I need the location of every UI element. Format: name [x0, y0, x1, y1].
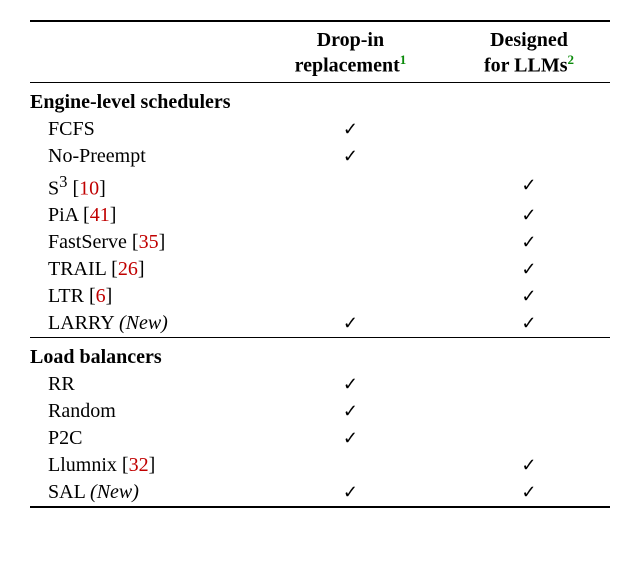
citation[interactable]: 32	[129, 454, 149, 476]
check-icon: ✓	[521, 205, 536, 225]
section-title: Engine-level schedulers	[30, 82, 610, 116]
dropin-cell: ✓	[253, 398, 448, 425]
header-llm-line1: Designed	[490, 29, 568, 51]
check-icon: ✓	[521, 482, 536, 502]
citation[interactable]: 10	[79, 177, 99, 199]
check-icon: ✓	[521, 232, 536, 252]
row-name: Random	[30, 398, 253, 425]
header-dropin: Drop-in replacement1	[253, 21, 448, 82]
llm-cell	[448, 398, 610, 425]
header-llm-sup: 2	[567, 52, 574, 67]
dropin-cell: ✓	[253, 371, 448, 398]
table-row: P2C ✓	[30, 425, 610, 452]
llm-cell	[448, 143, 610, 170]
dropin-cell	[253, 229, 448, 256]
dropin-cell	[253, 256, 448, 283]
comparison-table: Drop-in replacement1 Designed for LLMs2 …	[30, 20, 610, 508]
header-dropin-line1: Drop-in	[317, 29, 384, 51]
check-icon: ✓	[343, 313, 358, 333]
dropin-cell	[253, 283, 448, 310]
section-title: Load balancers	[30, 338, 610, 371]
check-icon: ✓	[343, 428, 358, 448]
check-icon: ✓	[521, 286, 536, 306]
dropin-cell: ✓	[253, 116, 448, 143]
dropin-cell: ✓	[253, 425, 448, 452]
dropin-cell: ✓	[253, 143, 448, 170]
table-row: RR ✓	[30, 371, 610, 398]
table-row: FCFS ✓	[30, 116, 610, 143]
row-name: Llumnix [32]	[30, 452, 253, 479]
check-icon: ✓	[343, 146, 358, 166]
llm-cell: ✓	[448, 283, 610, 310]
dropin-cell	[253, 452, 448, 479]
header-dropin-line2: replacement	[295, 55, 400, 77]
llm-cell: ✓	[448, 310, 610, 338]
row-name: P2C	[30, 425, 253, 452]
header-llm-line2: for LLMs	[484, 55, 568, 77]
table-row: Llumnix [32] ✓	[30, 452, 610, 479]
row-name: SAL (New)	[30, 479, 253, 507]
dropin-cell: ✓	[253, 310, 448, 338]
new-label: (New)	[119, 312, 168, 334]
check-icon: ✓	[521, 259, 536, 279]
check-icon: ✓	[343, 482, 358, 502]
row-name: FCFS	[30, 116, 253, 143]
new-label: (New)	[90, 481, 139, 503]
row-name: TRAIL [26]	[30, 256, 253, 283]
table-row: LTR [6] ✓	[30, 283, 610, 310]
citation[interactable]: 35	[139, 231, 159, 253]
row-name: PiA [41]	[30, 202, 253, 229]
header-row: Drop-in replacement1 Designed for LLMs2	[30, 21, 610, 82]
header-dropin-sup: 1	[400, 52, 407, 67]
dropin-cell	[253, 202, 448, 229]
dropin-cell	[253, 170, 448, 203]
llm-cell: ✓	[448, 170, 610, 203]
llm-cell	[448, 371, 610, 398]
check-icon: ✓	[521, 455, 536, 475]
llm-cell	[448, 425, 610, 452]
table-row: LARRY (New) ✓ ✓	[30, 310, 610, 338]
table-row: SAL (New) ✓ ✓	[30, 479, 610, 507]
check-icon: ✓	[521, 175, 536, 195]
llm-cell: ✓	[448, 479, 610, 507]
table-body: Engine-level schedulersFCFS✓No-Preempt✓S…	[30, 82, 610, 507]
table-row: S3 [10] ✓	[30, 170, 610, 203]
section-header: Engine-level schedulers	[30, 82, 610, 116]
citation[interactable]: 26	[118, 258, 138, 280]
llm-cell: ✓	[448, 202, 610, 229]
section-header: Load balancers	[30, 338, 610, 371]
header-llm: Designed for LLMs2	[448, 21, 610, 82]
citation[interactable]: 41	[90, 204, 110, 226]
llm-cell: ✓	[448, 452, 610, 479]
row-name: LTR [6]	[30, 283, 253, 310]
check-icon: ✓	[343, 401, 358, 421]
llm-cell	[448, 116, 610, 143]
citation[interactable]: 6	[96, 285, 106, 307]
row-name: No-Preempt	[30, 143, 253, 170]
check-icon: ✓	[521, 313, 536, 333]
llm-cell: ✓	[448, 229, 610, 256]
table-row: No-Preempt ✓	[30, 143, 610, 170]
row-name: LARRY (New)	[30, 310, 253, 338]
dropin-cell: ✓	[253, 479, 448, 507]
table-row: TRAIL [26] ✓	[30, 256, 610, 283]
table-row: FastServe [35] ✓	[30, 229, 610, 256]
llm-cell: ✓	[448, 256, 610, 283]
table-row: PiA [41] ✓	[30, 202, 610, 229]
check-icon: ✓	[343, 119, 358, 139]
check-icon: ✓	[343, 374, 358, 394]
row-name: FastServe [35]	[30, 229, 253, 256]
row-name: S3 [10]	[30, 170, 253, 203]
row-name: RR	[30, 371, 253, 398]
table-row: Random ✓	[30, 398, 610, 425]
header-blank	[30, 21, 253, 82]
